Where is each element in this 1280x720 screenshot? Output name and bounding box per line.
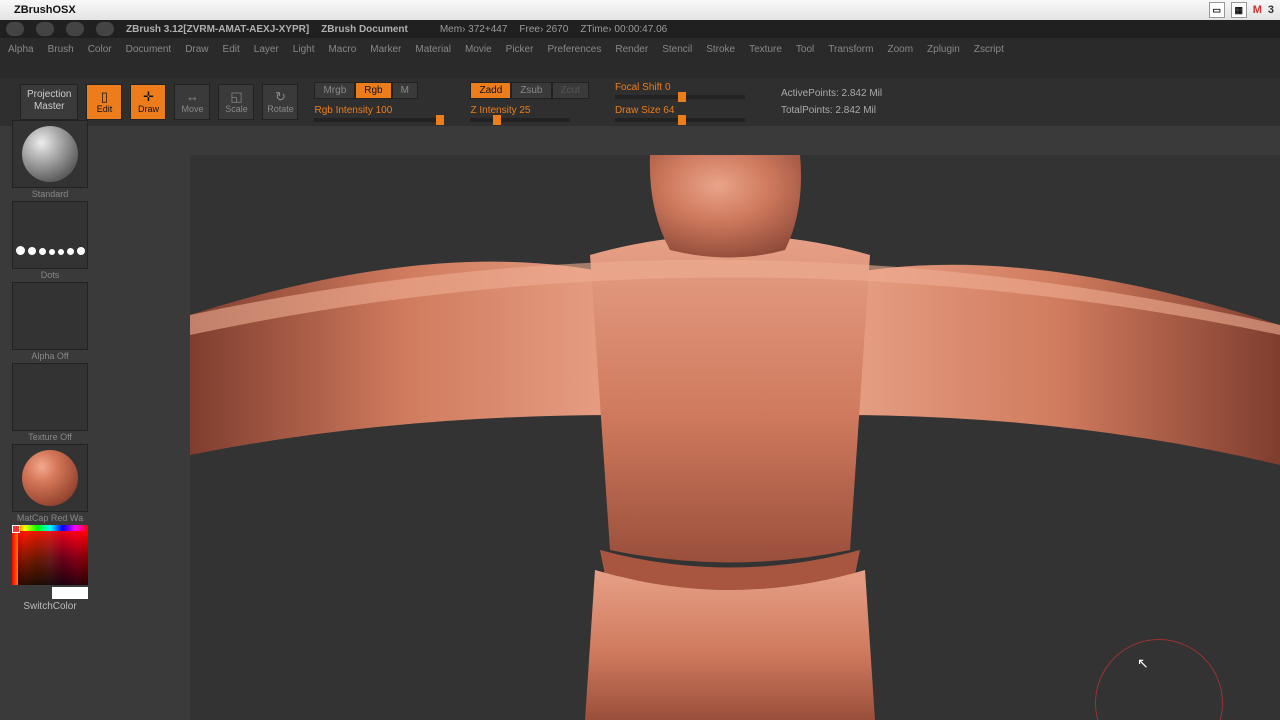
viewport[interactable]: ↖ — [190, 155, 1280, 720]
draw-mode-button[interactable]: ✛Draw — [130, 84, 166, 120]
edit-icon: ▯ — [101, 90, 108, 103]
nav-back-button[interactable] — [6, 22, 24, 36]
menu-item[interactable]: Texture — [749, 44, 782, 55]
active-points: ActivePoints: 2.842 Mil — [781, 88, 882, 99]
zsub-button[interactable]: Zsub — [511, 82, 551, 99]
rotate-icon: ↻ — [275, 90, 286, 103]
menu-item[interactable]: Picker — [506, 44, 534, 55]
material-swatch[interactable]: MatCap Red Wa — [12, 444, 88, 523]
menu-item[interactable]: Stencil — [662, 44, 692, 55]
menu-item[interactable]: Material — [415, 44, 451, 55]
menu-item[interactable]: Preferences — [547, 44, 601, 55]
z-mode-segment: Zadd Zsub Zcut — [470, 82, 588, 99]
stroke-swatch[interactable]: Dots — [12, 201, 88, 280]
color-chip[interactable] — [52, 587, 88, 599]
menu-item[interactable]: Stroke — [706, 44, 735, 55]
scale-icon: ◱ — [230, 90, 242, 103]
move-icon: ↔ — [186, 90, 199, 103]
menu-item[interactable]: Zplugin — [927, 44, 960, 55]
color-picker[interactable]: SwitchColor — [12, 525, 88, 612]
menu-item[interactable]: Layer — [254, 44, 279, 55]
nav-minus-button[interactable] — [36, 22, 54, 36]
app-title: ZBrushOSX — [14, 4, 76, 16]
menu-item[interactable]: Edit — [223, 44, 240, 55]
total-points: TotalPoints: 2.842 Mil — [781, 105, 882, 116]
mrgb-button[interactable]: Mrgb — [314, 82, 355, 99]
menu-item[interactable]: Tool — [796, 44, 814, 55]
menu-item[interactable]: Draw — [185, 44, 208, 55]
menu-item[interactable]: Marker — [370, 44, 401, 55]
focal-shift-slider[interactable]: Focal Shift 0 — [615, 82, 745, 99]
menu-item[interactable]: Brush — [48, 44, 74, 55]
ztime-label: ZTime› 00:00:47.06 — [580, 24, 667, 35]
brush-swatch[interactable]: Standard — [12, 120, 88, 199]
menu-item[interactable]: Movie — [465, 44, 492, 55]
switch-color-button[interactable]: SwitchColor — [12, 601, 88, 612]
edit-mode-button[interactable]: ▯Edit — [86, 84, 122, 120]
nav-plus-button[interactable] — [66, 22, 84, 36]
draw-size-slider[interactable]: Draw Size 64 — [615, 105, 745, 122]
menu-item[interactable]: Light — [293, 44, 315, 55]
doc-name: ZBrush Document — [321, 24, 408, 35]
system-tray: ▭ ▦ M 3 — [1209, 2, 1274, 18]
projection-master-button[interactable]: Projection Master — [20, 84, 78, 120]
draw-icon: ✛ — [143, 90, 154, 103]
z-intensity-slider[interactable]: Z Intensity 25 — [470, 105, 588, 122]
zcut-button[interactable]: Zcut — [552, 82, 589, 99]
mem-label: Mem› 372+447 — [440, 24, 508, 35]
menu-item[interactable]: Document — [126, 44, 172, 55]
menu-item[interactable]: Transform — [828, 44, 873, 55]
m-button[interactable]: M — [392, 82, 418, 99]
menu-item[interactable]: Macro — [328, 44, 356, 55]
free-label: Free› 2670 — [519, 24, 568, 35]
menu-item[interactable]: Render — [615, 44, 648, 55]
alpha-swatch[interactable]: Alpha Off — [12, 282, 88, 361]
rgb-intensity-slider[interactable]: Rgb Intensity 100 — [314, 105, 444, 122]
menu-item[interactable]: Zscript — [974, 44, 1004, 55]
tray-window-icon[interactable]: ▭ — [1209, 2, 1225, 18]
menu-item[interactable]: Color — [88, 44, 112, 55]
scale-mode-button[interactable]: ◱Scale — [218, 84, 254, 120]
gmail-icon[interactable]: M — [1253, 4, 1262, 16]
tray-grid-icon[interactable]: ▦ — [1231, 2, 1247, 18]
tray-count: 3 — [1268, 4, 1274, 16]
texture-swatch[interactable]: Texture Off — [12, 363, 88, 442]
nav-wand-button[interactable] — [96, 22, 114, 36]
menu-bar: Alpha Brush Color Document Draw Edit Lay… — [0, 38, 1280, 60]
move-mode-button[interactable]: ↔Move — [174, 84, 210, 120]
titlebar: ZBrushOSX ▭ ▦ M 3 — [0, 0, 1280, 20]
menu-item[interactable]: Alpha — [8, 44, 34, 55]
zadd-button[interactable]: Zadd — [470, 82, 511, 99]
rotate-mode-button[interactable]: ↻Rotate — [262, 84, 298, 120]
doc-version: ZBrush 3.12[ZVRM-AMAT-AEXJ-XYPR] — [126, 24, 309, 35]
rgb-mode-segment: Mrgb Rgb M — [314, 82, 444, 99]
rgb-button[interactable]: Rgb — [355, 82, 391, 99]
menu-item[interactable]: Zoom — [887, 44, 913, 55]
